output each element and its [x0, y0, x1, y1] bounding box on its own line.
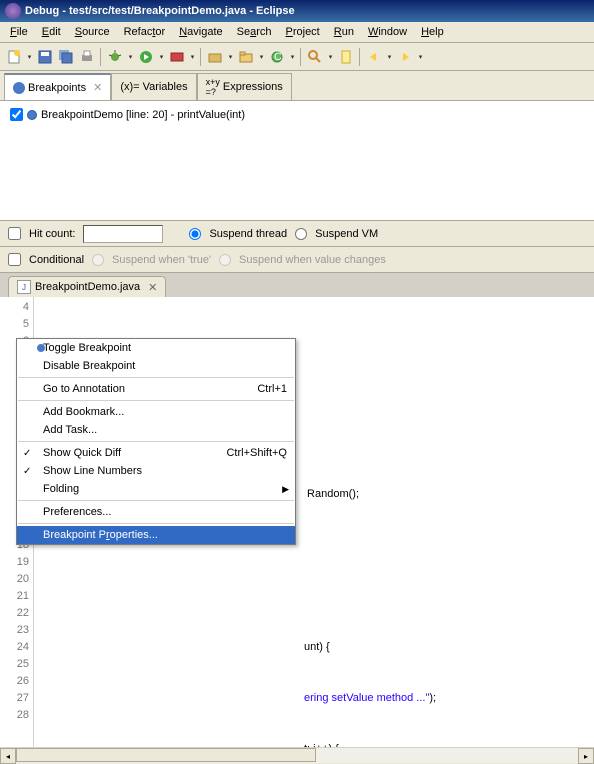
- menu-window[interactable]: Window: [362, 24, 413, 40]
- ctx-breakpoint-properties[interactable]: Breakpoint Properties...: [17, 526, 295, 544]
- annotation-icon[interactable]: [336, 47, 356, 67]
- ctx-goto-annotation[interactable]: Go to AnnotationCtrl+1: [17, 380, 295, 398]
- tab-close-icon[interactable]: ✕: [93, 81, 102, 94]
- menu-search[interactable]: Search: [231, 24, 278, 40]
- run-dropdown[interactable]: ▾: [157, 53, 166, 61]
- editor-tab[interactable]: J BreakpointDemo.java ✕: [8, 276, 166, 297]
- debug-icon[interactable]: [105, 47, 125, 67]
- check-icon: ✓: [23, 466, 31, 477]
- external-dropdown[interactable]: ▾: [188, 53, 197, 61]
- ctx-show-quickdiff[interactable]: ✓Show Quick DiffCtrl+Shift+Q: [17, 444, 295, 462]
- variables-icon: (x)=: [120, 81, 139, 93]
- menu-navigate[interactable]: Navigate: [173, 24, 228, 40]
- ctx-show-line-numbers[interactable]: ✓Show Line Numbers: [17, 462, 295, 480]
- editor-tabs: J BreakpointDemo.java ✕: [0, 273, 594, 297]
- titlebar: Debug - test/src/test/BreakpointDemo.jav…: [0, 0, 594, 22]
- save-all-icon[interactable]: [56, 47, 76, 67]
- hit-count-checkbox[interactable]: [8, 227, 21, 240]
- back-dd[interactable]: ▾: [385, 53, 394, 61]
- new-dropdown[interactable]: ▾: [25, 53, 34, 61]
- conditional-label: Conditional: [29, 254, 84, 266]
- conditional-checkbox[interactable]: [8, 253, 21, 266]
- print-icon[interactable]: [77, 47, 97, 67]
- suspend-changes-label: Suspend when value changes: [239, 254, 386, 266]
- new-icon[interactable]: [4, 47, 24, 67]
- ctx-preferences[interactable]: Preferences...: [17, 503, 295, 521]
- suspend-true-label: Suspend when 'true': [112, 254, 211, 266]
- nc-dropdown[interactable]: ▾: [288, 53, 297, 61]
- menu-source[interactable]: Source: [69, 24, 116, 40]
- breakpoint-icon: [13, 82, 25, 94]
- submenu-arrow-icon: ▶: [282, 484, 289, 495]
- breakpoint-label: BreakpointDemo [line: 20] - printValue(i…: [41, 109, 245, 121]
- run-icon[interactable]: [136, 47, 156, 67]
- suspend-thread-radio[interactable]: [189, 228, 201, 240]
- ctx-add-bookmark[interactable]: Add Bookmark...: [17, 403, 295, 421]
- tab-breakpoints-label: Breakpoints: [28, 82, 86, 94]
- suspend-vm-radio[interactable]: [295, 228, 307, 240]
- editor-tab-close-icon[interactable]: ✕: [148, 281, 157, 294]
- window-title: Debug - test/src/test/BreakpointDemo.jav…: [25, 5, 295, 17]
- hit-count-input[interactable]: [83, 225, 163, 243]
- fwd-dd[interactable]: ▾: [416, 53, 425, 61]
- back-icon[interactable]: [364, 47, 384, 67]
- suspend-vm-label: Suspend VM: [315, 228, 378, 240]
- hit-count-label: Hit count:: [29, 228, 75, 240]
- tab-expressions[interactable]: x+y=? Expressions: [197, 73, 292, 100]
- breakpoint-dot-icon: [37, 344, 45, 352]
- breakpoint-dot-icon: [27, 110, 37, 120]
- menu-project[interactable]: Project: [280, 24, 326, 40]
- tab-breakpoints[interactable]: Breakpoints ✕: [4, 73, 111, 100]
- nf-dropdown[interactable]: ▾: [257, 53, 266, 61]
- hit-count-row: Hit count: Suspend thread Suspend VM: [0, 221, 594, 247]
- new-class-icon[interactable]: C: [267, 47, 287, 67]
- context-menu: Toggle Breakpoint Disable Breakpoint Go …: [16, 338, 296, 545]
- breakpoint-item[interactable]: BreakpointDemo [line: 20] - printValue(i…: [8, 106, 586, 123]
- toolbar: ▾ ▾ ▾ ▾ ▾ ▾ C ▾ ▾ ▾ ▾: [0, 43, 594, 71]
- search-dropdown[interactable]: ▾: [326, 53, 335, 61]
- check-icon: ✓: [23, 448, 31, 459]
- menubar: File Edit Source Refactor Navigate Searc…: [0, 22, 594, 43]
- new-package-icon[interactable]: [205, 47, 225, 67]
- tab-variables-label: Variables: [143, 81, 188, 93]
- ctx-disable-breakpoint[interactable]: Disable Breakpoint: [17, 357, 295, 375]
- eclipse-icon: [5, 3, 21, 19]
- debug-dropdown[interactable]: ▾: [126, 53, 135, 61]
- suspend-thread-label: Suspend thread: [209, 228, 287, 240]
- svg-text:C: C: [274, 51, 282, 63]
- ctx-folding[interactable]: Folding▶: [17, 480, 295, 498]
- editor-tab-label: BreakpointDemo.java: [35, 281, 140, 293]
- suspend-changes-radio: [219, 254, 231, 266]
- scroll-thumb[interactable]: [16, 748, 316, 762]
- forward-icon[interactable]: [395, 47, 415, 67]
- breakpoints-view: BreakpointDemo [line: 20] - printValue(i…: [0, 101, 594, 221]
- conditional-row: Conditional Suspend when 'true' Suspend …: [0, 247, 594, 273]
- np-dropdown[interactable]: ▾: [226, 53, 235, 61]
- menu-file[interactable]: File: [4, 24, 34, 40]
- menu-run[interactable]: Run: [328, 24, 360, 40]
- menu-help[interactable]: Help: [415, 24, 450, 40]
- suspend-true-radio: [92, 254, 104, 266]
- scroll-track[interactable]: [16, 748, 578, 763]
- view-tabs: Breakpoints ✕ (x)= Variables x+y=? Expre…: [0, 71, 594, 101]
- scroll-left-icon[interactable]: ◂: [0, 748, 16, 764]
- horizontal-scrollbar[interactable]: ◂ ▸: [0, 747, 594, 763]
- search-icon[interactable]: [305, 47, 325, 67]
- save-icon[interactable]: [35, 47, 55, 67]
- external-icon[interactable]: [167, 47, 187, 67]
- new-folder-icon[interactable]: [236, 47, 256, 67]
- ctx-toggle-breakpoint[interactable]: Toggle Breakpoint: [17, 339, 295, 357]
- tab-expressions-label: Expressions: [223, 81, 283, 93]
- menu-edit[interactable]: Edit: [36, 24, 67, 40]
- tab-variables[interactable]: (x)= Variables: [111, 73, 196, 100]
- ctx-add-task[interactable]: Add Task...: [17, 421, 295, 439]
- menu-refactor[interactable]: Refactor: [118, 24, 172, 40]
- breakpoint-checkbox[interactable]: [10, 108, 23, 121]
- scroll-right-icon[interactable]: ▸: [578, 748, 594, 764]
- java-file-icon: J: [17, 280, 31, 294]
- expressions-icon: x+y=?: [206, 77, 220, 97]
